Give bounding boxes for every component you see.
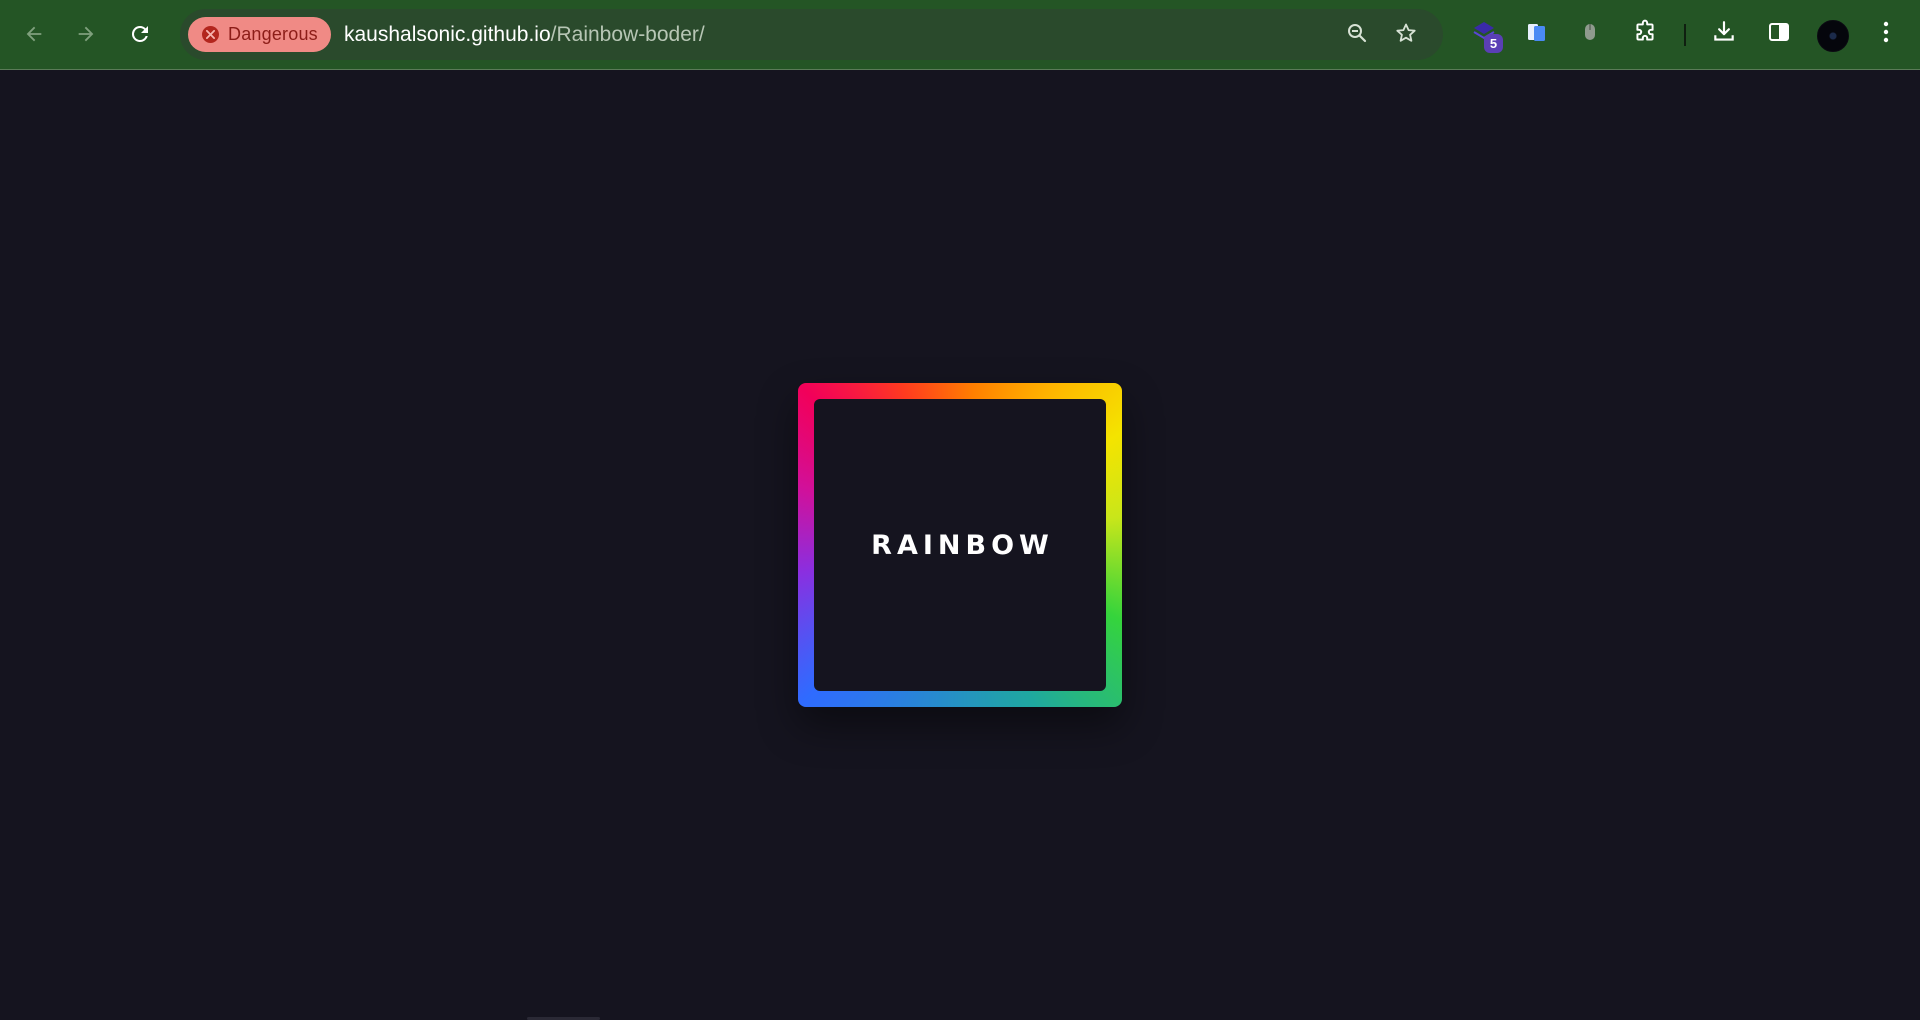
side-panel-icon — [1767, 20, 1791, 48]
toolbar-divider — [1684, 24, 1686, 46]
arrow-right-icon — [75, 23, 97, 45]
docs-extension-button[interactable] — [1519, 16, 1555, 52]
reload-icon — [128, 22, 152, 46]
back-button[interactable] — [14, 14, 54, 54]
rainbow-label: RAINBOW — [871, 529, 1054, 561]
rainbow-border-box: RAINBOW — [798, 383, 1122, 707]
page-content: RAINBOW — [0, 70, 1920, 1020]
browser-toolbar: Dangerous kaushalsonic.github.io/Rainbow… — [0, 0, 1920, 70]
forward-button[interactable] — [66, 14, 106, 54]
side-panel-button[interactable] — [1761, 16, 1797, 52]
extensions-menu-button[interactable] — [1627, 16, 1663, 52]
url-path: /Rainbow-boder/ — [550, 23, 705, 46]
zoom-button[interactable] — [1342, 20, 1372, 50]
more-menu-icon — [1883, 20, 1889, 48]
url-host: kaushalsonic.github.io — [344, 23, 551, 46]
more-menu-button[interactable] — [1868, 16, 1904, 52]
error-circle-icon — [202, 26, 219, 43]
zoom-out-icon — [1345, 21, 1369, 49]
reload-button[interactable] — [120, 14, 160, 54]
docs-extension-icon — [1525, 20, 1549, 48]
downloads-button[interactable] — [1706, 16, 1742, 52]
download-icon — [1711, 19, 1737, 49]
extension-badge: 5 — [1484, 34, 1503, 53]
arrow-left-icon — [23, 23, 45, 45]
url-text[interactable]: kaushalsonic.github.io/Rainbow-boder/ — [344, 9, 705, 60]
profile-avatar[interactable] — [1817, 20, 1849, 52]
bookmark-button[interactable] — [1391, 20, 1421, 50]
mouse-extension-icon — [1580, 20, 1600, 48]
puzzle-extensions-icon — [1632, 19, 1658, 49]
security-chip-dangerous[interactable]: Dangerous — [188, 17, 331, 52]
mouse-extension-button[interactable] — [1572, 16, 1608, 52]
rainbow-box-inner: RAINBOW — [814, 399, 1106, 691]
star-icon — [1394, 21, 1418, 49]
address-bar[interactable]: Dangerous kaushalsonic.github.io/Rainbow… — [180, 9, 1443, 60]
layered-extension-button[interactable]: 5 — [1466, 16, 1503, 53]
security-label: Dangerous — [228, 24, 318, 44]
